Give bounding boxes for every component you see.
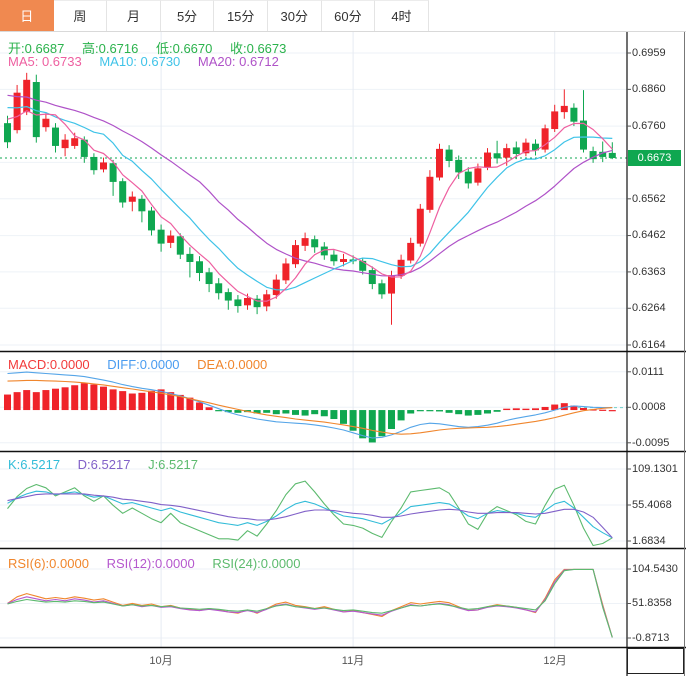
price-axis-label: 0.6959 xyxy=(632,47,666,59)
kdj-axis-label: 55.4068 xyxy=(632,499,672,511)
price-axis-label: 0.6462 xyxy=(632,229,666,241)
rsi-readout: RSI(6):0.0000 RSI(12):0.0000 RSI(24):0.0… xyxy=(8,556,315,571)
rsi-axis-label: 51.8358 xyxy=(632,597,672,609)
k-value: K:6.5217 xyxy=(8,457,60,472)
rsi12-value: RSI(12):0.0000 xyxy=(107,556,195,571)
ma20-value: MA20: 0.6712 xyxy=(198,54,279,69)
month-label: 11月 xyxy=(342,652,364,668)
tab-4hour[interactable]: 4时 xyxy=(375,0,429,31)
price-axis-label: 0.6760 xyxy=(632,120,666,132)
macd-readout: MACD:0.0000 DIFF:0.0000 DEA:0.0000 xyxy=(8,357,281,372)
tab-15min[interactable]: 15分 xyxy=(214,0,268,31)
period-tabbar: 日 周 月 5分 15分 30分 60分 4时 xyxy=(0,0,686,32)
tab-weekly[interactable]: 周 xyxy=(54,0,108,31)
price-axis-label: 0.6562 xyxy=(632,193,666,205)
ma-readout: MA5: 0.6733 MA10: 0.6730 MA20: 0.6712 xyxy=(8,54,293,69)
current-price-badge: 0.6673 xyxy=(628,150,681,166)
d-value: D:6.5217 xyxy=(78,457,131,472)
kline-chart-app: 日 周 月 5分 15分 30分 60分 4时 开:0.6687 高:0.671… xyxy=(0,0,686,677)
rsi-axis-label: 104.5430 xyxy=(632,563,678,575)
month-label: 10月 xyxy=(149,652,172,668)
kdj-axis-label: 1.6834 xyxy=(632,535,666,547)
kdj-readout: K:6.5217 D:6.5217 J:6.5217 xyxy=(8,457,212,472)
ma10-value: MA10: 0.6730 xyxy=(99,54,180,69)
price-axis-label: 0.6860 xyxy=(632,83,666,95)
axis-corner-box xyxy=(627,648,684,674)
rsi24-value: RSI(24):0.0000 xyxy=(212,556,300,571)
macd-axis-label: 0.0111 xyxy=(632,366,664,378)
macd-axis-label: 0.0008 xyxy=(632,401,666,413)
price-axis-label: 0.6164 xyxy=(632,339,666,351)
dea-value: DEA:0.0000 xyxy=(197,357,267,372)
price-axis-label: 0.6363 xyxy=(632,266,666,278)
month-label: 12月 xyxy=(543,652,566,668)
tab-5min[interactable]: 5分 xyxy=(161,0,215,31)
tab-30min[interactable]: 30分 xyxy=(268,0,322,31)
macd-axis-label: -0.0095 xyxy=(632,437,669,449)
kdj-axis-label: 109.1301 xyxy=(632,463,678,475)
chart-canvas[interactable] xyxy=(0,0,686,677)
tab-daily[interactable]: 日 xyxy=(0,0,54,31)
rsi6-value: RSI(6):0.0000 xyxy=(8,556,89,571)
tab-60min[interactable]: 60分 xyxy=(322,0,376,31)
price-axis-label: 0.6264 xyxy=(632,302,666,314)
tab-monthly[interactable]: 月 xyxy=(107,0,161,31)
j-value: J:6.5217 xyxy=(148,457,198,472)
diff-value: DIFF:0.0000 xyxy=(107,357,179,372)
macd-value: MACD:0.0000 xyxy=(8,357,90,372)
rsi-axis-label: -0.8713 xyxy=(632,632,669,644)
ma5-value: MA5: 0.6733 xyxy=(8,54,82,69)
